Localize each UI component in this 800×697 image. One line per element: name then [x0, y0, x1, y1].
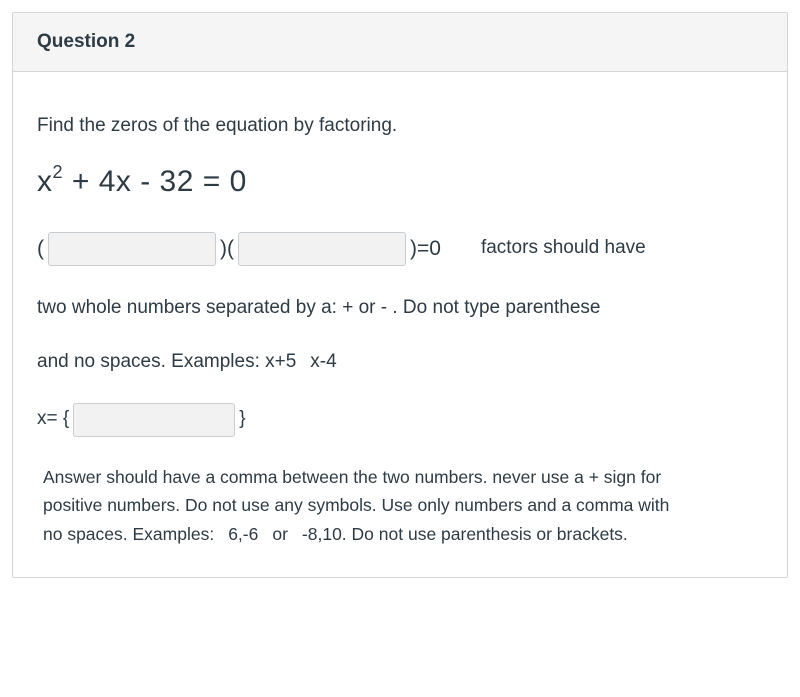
equation-rest: + 4x - 32 = 0 [63, 165, 247, 198]
factor-1-input[interactable] [48, 232, 216, 266]
answer-note-3d: -8,10. Do not use parenthesis or bracket… [302, 524, 628, 544]
equals-zero: )=0 [410, 233, 441, 265]
factor-trail-text: factors should have [481, 234, 646, 263]
solution-input[interactable] [73, 403, 235, 437]
answer-note-line-3: no spaces. Examples: 6,-6 or -8,10. Do not … [43, 520, 763, 549]
paren-close-open: )( [220, 233, 234, 265]
equation-exponent: 2 [53, 162, 64, 182]
answer-note-3b: 6,-6 [228, 524, 258, 544]
hint-line-2b: x-4 [310, 351, 336, 372]
hint-line-2: and no spaces. Examples: x+5 x-4 [37, 348, 763, 377]
equation-base: x [37, 165, 53, 198]
answer-note-line-2: positive numbers. Do not use any symbols… [43, 491, 763, 520]
equation: x2 + 4x - 32 = 0 [37, 159, 763, 204]
x-equals-label: x= { [37, 405, 69, 434]
question-body: Find the zeros of the equation by factor… [13, 72, 787, 577]
factor-row: ( )( )=0 factors should have [37, 232, 763, 266]
answer-note-line-1: Answer should have a comma between the t… [43, 463, 763, 492]
answer-note-3a: no spaces. Examples: [43, 524, 214, 544]
question-card: Question 2 Find the zeros of the equatio… [12, 12, 788, 578]
question-header: Question 2 [13, 13, 787, 72]
hint-line-1: two whole numbers separated by a: + or -… [37, 294, 763, 323]
hint-line-2a: and no spaces. Examples: x+5 [37, 351, 296, 372]
paren-open-1: ( [37, 233, 44, 265]
x-close-brace: } [239, 405, 245, 434]
instruction-text: Find the zeros of the equation by factor… [37, 112, 763, 141]
factor-2-input[interactable] [238, 232, 406, 266]
answer-note: Answer should have a comma between the t… [37, 463, 763, 550]
solution-row: x= { } [37, 403, 763, 437]
answer-note-3c: or [272, 524, 288, 544]
question-title: Question 2 [37, 31, 763, 53]
